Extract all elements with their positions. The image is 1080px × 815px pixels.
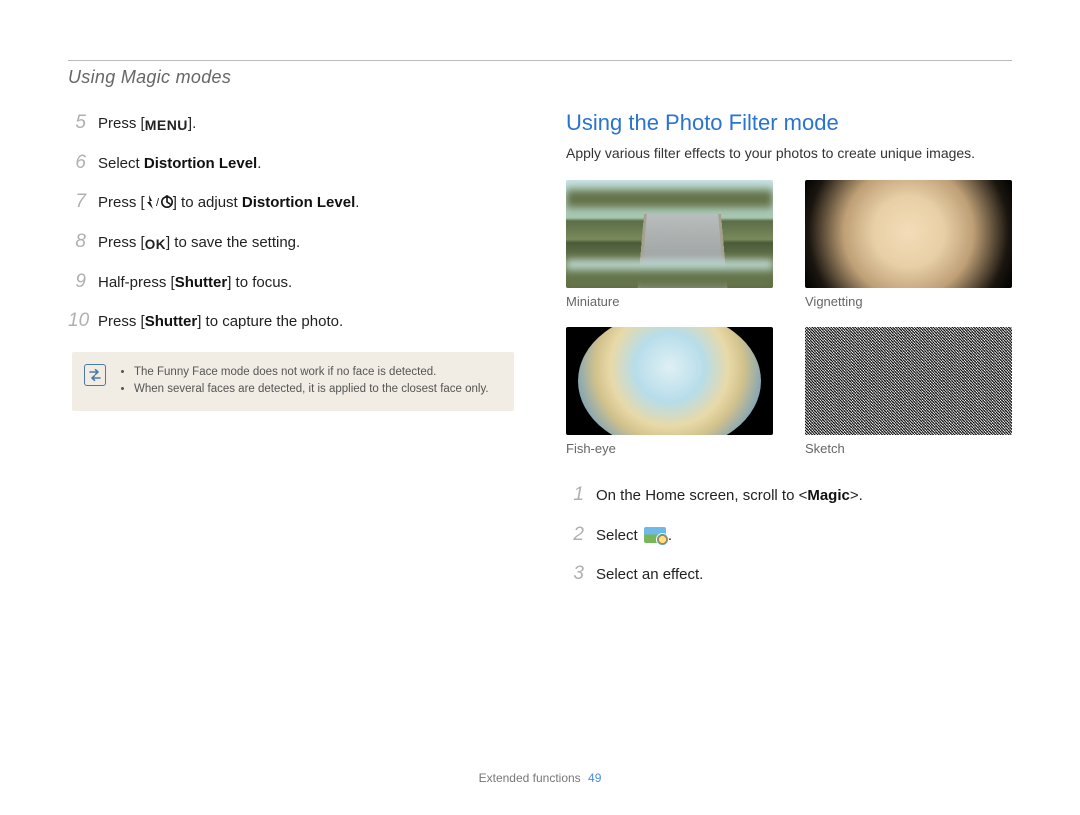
thumb-fisheye: Fish-eye bbox=[566, 327, 773, 456]
step-number: 3 bbox=[566, 561, 596, 587]
step-number: 7 bbox=[68, 189, 98, 215]
step-number: 10 bbox=[68, 308, 98, 334]
sample-image bbox=[566, 180, 773, 288]
sample-image bbox=[805, 180, 1012, 288]
step-1: 1 On the Home screen, scroll to <Magic>. bbox=[566, 482, 1012, 508]
step-number: 5 bbox=[68, 110, 98, 136]
flash-timer-icon: / bbox=[145, 195, 173, 210]
step-number: 9 bbox=[68, 269, 98, 295]
ok-icon: OK bbox=[145, 238, 166, 253]
right-column: Using the Photo Filter mode Apply variou… bbox=[566, 110, 1012, 601]
subsection-title: Using the Photo Filter mode bbox=[566, 110, 1012, 136]
step-9: 9 Half-press [Shutter] to focus. bbox=[68, 269, 514, 295]
note-item: When several faces are detected, it is a… bbox=[134, 381, 489, 398]
thumb-caption: Sketch bbox=[805, 441, 1012, 456]
menu-icon: MENU bbox=[145, 118, 188, 133]
thumb-caption: Fish-eye bbox=[566, 441, 773, 456]
step-number: 6 bbox=[68, 150, 98, 176]
step-5: 5 Press [MENU]. bbox=[68, 110, 514, 136]
step-10: 10 Press [Shutter] to capture the photo. bbox=[68, 308, 514, 334]
step-number: 1 bbox=[566, 482, 596, 508]
page-footer: Extended functions 49 bbox=[0, 771, 1080, 785]
photo-filter-icon bbox=[644, 527, 666, 543]
sample-image bbox=[805, 327, 1012, 435]
step-7: 7 Press [ / ] to adjust Distortion Level… bbox=[68, 189, 514, 215]
page-number: 49 bbox=[588, 771, 601, 785]
step-3: 3 Select an effect. bbox=[566, 561, 1012, 587]
left-column: 5 Press [MENU]. 6 Select Distortion Leve… bbox=[68, 110, 514, 601]
footer-label: Extended functions bbox=[479, 771, 581, 785]
step-8: 8 Press [OK] to save the setting. bbox=[68, 229, 514, 255]
sample-image bbox=[566, 327, 773, 435]
thumb-vignetting: Vignetting bbox=[805, 180, 1012, 309]
section-header: Using Magic modes bbox=[68, 67, 1012, 88]
note-item: The Funny Face mode does not work if no … bbox=[134, 364, 489, 381]
thumb-sketch: Sketch bbox=[805, 327, 1012, 456]
thumb-caption: Miniature bbox=[566, 294, 773, 309]
step-6: 6 Select Distortion Level. bbox=[68, 150, 514, 176]
lead-text: Apply various filter effects to your pho… bbox=[566, 144, 1012, 162]
step-2: 2 Select . bbox=[566, 522, 1012, 548]
thumb-miniature: Miniature bbox=[566, 180, 773, 309]
step-number: 8 bbox=[68, 229, 98, 255]
note-icon bbox=[84, 364, 106, 386]
thumb-caption: Vignetting bbox=[805, 294, 1012, 309]
svg-text:/: / bbox=[156, 197, 160, 209]
step-number: 2 bbox=[566, 522, 596, 548]
note-box: The Funny Face mode does not work if no … bbox=[72, 352, 514, 411]
